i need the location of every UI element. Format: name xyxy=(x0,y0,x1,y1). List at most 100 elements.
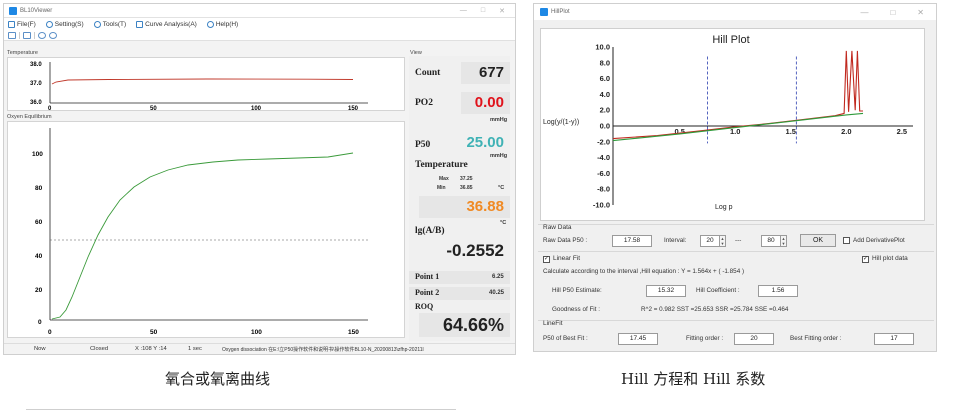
hill-series-line xyxy=(612,112,864,142)
oxy-ytick: 80 xyxy=(35,185,43,192)
record-icon[interactable] xyxy=(49,31,57,39)
menu-file[interactable]: File(F) xyxy=(8,20,36,28)
hill-coefficient-field[interactable]: 1.56 xyxy=(758,285,798,297)
oxy-xtick: 150 xyxy=(348,329,359,336)
hill-plot-data-label: Hill plot data xyxy=(872,255,908,262)
menu-curve-analysis-label: Curve Analysis(A) xyxy=(145,20,197,28)
p50-estimate-label: Hill P50 Estimate: xyxy=(552,287,602,294)
interval-to-field[interactable]: 80 xyxy=(761,235,781,247)
menu-setting-label: Setting(S) xyxy=(54,20,84,28)
temp-ytick: 38.0 xyxy=(30,62,42,68)
hill-ytick-label: -10.0 xyxy=(593,201,610,210)
maximize-icon[interactable]: □ xyxy=(890,8,895,17)
linefit-group: LineFit P50 of Best Fit : 17.45 Fitting … xyxy=(538,320,934,350)
oxygen-panel-label: Oxyen Equilibrium xyxy=(7,114,52,120)
po2-label: PO2 xyxy=(415,98,433,108)
derivative-checkbox[interactable] xyxy=(843,237,850,244)
hill-plot-svg: 10.0 8.0 6.0 4.0 2.0 0.0 -2.0 -4.0 -6.0 -8.0 -10.0… xyxy=(543,34,913,211)
oxygen-equilibrium-curve xyxy=(51,152,354,320)
p50-estimate-field[interactable]: 15.32 xyxy=(646,285,686,297)
temperature-panel-label: Temperature xyxy=(7,50,38,56)
min-label: Min xyxy=(437,185,446,191)
left-caption: 氧合或氧离曲线 xyxy=(165,370,271,388)
maximize-icon[interactable]: □ xyxy=(481,7,485,15)
close-icon[interactable]: ✕ xyxy=(917,8,924,17)
linear-fit-checkbox[interactable]: ✓ xyxy=(543,256,550,263)
oxy-ytick: 40 xyxy=(35,253,43,260)
minimize-icon[interactable]: — xyxy=(860,8,868,17)
bl10viewer-window: BL10Viewer — □ ✕ File(F) Setting(S) Tool… xyxy=(3,3,516,355)
menu-tools[interactable]: Tools(T) xyxy=(93,20,126,28)
temp-ytick: 36.0 xyxy=(30,100,42,106)
hill-series-line xyxy=(612,50,863,140)
max-label: Max xyxy=(439,176,449,182)
temp-xtick: 0 xyxy=(48,106,52,112)
status-interval: 1 sec xyxy=(188,346,202,352)
menu-help[interactable]: Help(H) xyxy=(206,20,238,28)
hill-ytick-label: 2.0 xyxy=(600,106,610,115)
temperature-line xyxy=(51,78,354,85)
temp-xtick: 50 xyxy=(150,106,157,112)
help-icon xyxy=(206,20,214,28)
point2-value: 40.25 xyxy=(489,290,505,296)
raw-p50-field[interactable]: 17.58 xyxy=(612,235,652,247)
oxygen-chart-svg: 100 80 60 40 20 0 0 50 100 150 xyxy=(32,128,368,336)
interval-to-spinner[interactable]: ▲ ▼ xyxy=(781,235,787,247)
menubar: File(F) Setting(S) Tools(T) Curve Analys… xyxy=(4,18,515,30)
hill-xtick-label: 2.0 xyxy=(841,127,851,136)
close-icon[interactable]: ✕ xyxy=(499,7,505,15)
po2-value: 0.00 xyxy=(461,92,510,114)
temp-unit: °C xyxy=(498,185,505,191)
raw-data-group-label: Raw Data xyxy=(543,224,572,231)
max-value: 37.25 xyxy=(460,176,473,182)
best-fitting-order-label: Best Fitting order : xyxy=(790,335,842,342)
temp-xtick: 150 xyxy=(348,106,359,112)
linear-fit-label: Linear Fit xyxy=(553,255,581,262)
p50-best-fit-field[interactable]: 17.45 xyxy=(618,333,658,345)
interval-from-field[interactable]: 20 xyxy=(700,235,720,247)
interval-separator: --- xyxy=(735,237,742,244)
menu-file-label: File(F) xyxy=(17,20,36,28)
open-icon[interactable] xyxy=(8,31,16,39)
temp-value-unit: °C xyxy=(500,220,507,226)
menu-curve-analysis[interactable]: Curve Analysis(A) xyxy=(136,20,197,28)
hill-ytick-label: 4.0 xyxy=(600,90,610,99)
minimize-icon[interactable]: — xyxy=(460,7,467,15)
oxy-xtick: 100 xyxy=(251,329,262,336)
lgab-value: -0.2552 xyxy=(419,240,510,262)
toolbar xyxy=(4,30,515,41)
fitting-order-label: Fitting order : xyxy=(686,335,724,342)
temperature-plot: 38.0 37.0 36.0 0 50 100 150 xyxy=(7,57,405,112)
p50-unit: mmHg xyxy=(490,153,508,159)
temperature-chart-svg: 38.0 37.0 36.0 0 50 100 150 xyxy=(30,62,368,112)
left-window-controls: — □ ✕ xyxy=(460,7,515,15)
temp-xtick: 100 xyxy=(251,106,262,112)
hill-ytick-label: -2.0 xyxy=(597,137,610,146)
fitting-order-field[interactable]: 20 xyxy=(734,333,774,345)
hill-plot-data-checkbox[interactable]: ✓ xyxy=(862,256,869,263)
p50-value: 25.00 xyxy=(455,132,510,154)
save-icon[interactable] xyxy=(23,31,31,39)
app-icon xyxy=(540,8,548,16)
temperature-label: Temperature xyxy=(415,160,468,170)
hill-ytick-label: -4.0 xyxy=(597,153,610,162)
raw-data-group: Raw Data Raw Data P50 : 17.58 Interval: … xyxy=(538,224,934,248)
p50-label: P50 xyxy=(415,140,431,150)
hill-plot-title: Hill Plot xyxy=(712,34,749,46)
left-titlebar: BL10Viewer — □ ✕ xyxy=(4,4,515,18)
derivative-label: Add DerivativePlot xyxy=(853,237,905,244)
oxygen-equilibrium-plot: 100 80 60 40 20 0 0 50 100 150 xyxy=(7,121,405,338)
min-value: 36.85 xyxy=(460,185,473,191)
status-xy: X :108 Y :14 xyxy=(135,346,167,352)
best-fitting-order-field[interactable]: 17 xyxy=(874,333,914,345)
menu-setting[interactable]: Setting(S) xyxy=(45,20,84,28)
hill-xtick-label: 2.5 xyxy=(897,127,907,136)
app-icon xyxy=(9,6,17,15)
interval-from-spinner[interactable]: ▲ ▼ xyxy=(720,235,726,247)
status-path: Oxygen dissociation 在E:\立P50操作软件和说明书\操作软… xyxy=(222,346,424,353)
status-now: Now xyxy=(34,346,46,352)
settings-icon[interactable] xyxy=(38,31,46,39)
tools-icon xyxy=(93,20,101,28)
divider xyxy=(26,409,456,410)
ok-button[interactable]: OK xyxy=(800,234,836,247)
